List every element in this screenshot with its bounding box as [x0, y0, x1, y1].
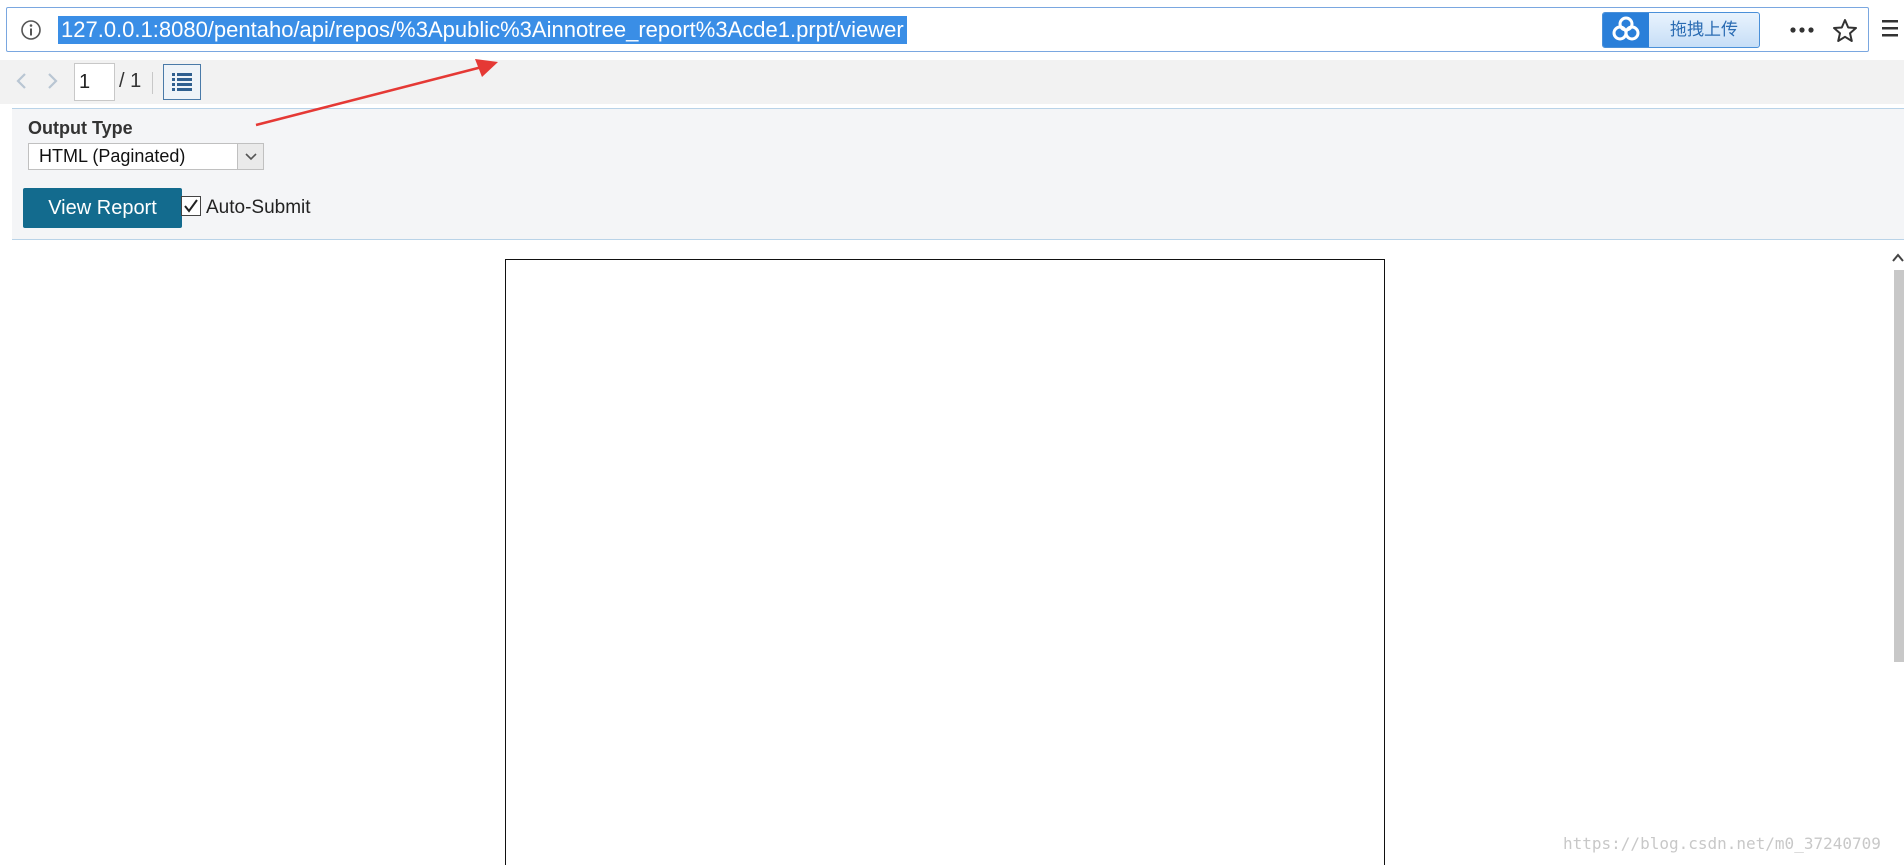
scroll-up-arrow-icon[interactable] [1890, 250, 1904, 266]
info-icon[interactable] [19, 18, 43, 42]
drag-upload-button[interactable]: 拖拽上传 [1602, 12, 1760, 48]
list-icon [172, 73, 192, 91]
chevron-right-icon[interactable] [42, 70, 62, 92]
page-number-input[interactable] [74, 63, 115, 101]
url-text[interactable]: 127.0.0.1:8080/pentaho/api/repos/%3Apubl… [58, 16, 907, 44]
address-bar[interactable]: 127.0.0.1:8080/pentaho/api/repos/%3Apubl… [6, 7, 1869, 52]
menu-icon[interactable] [1880, 17, 1900, 39]
auto-submit-checkbox[interactable] [181, 196, 201, 216]
output-type-value: HTML (Paginated) [39, 146, 186, 166]
drag-upload-label: 拖拽上传 [1670, 20, 1738, 39]
baidu-cloud-icon [1603, 13, 1649, 47]
report-page [505, 259, 1385, 865]
view-report-button[interactable]: View Report [23, 188, 182, 228]
toolbar-separator [152, 72, 153, 94]
chevron-left-icon[interactable] [12, 70, 32, 92]
output-type-select[interactable]: HTML (Paginated) [28, 143, 264, 170]
page-total: / 1 [119, 70, 142, 92]
scrollbar-thumb[interactable] [1894, 270, 1904, 662]
browser-window: 127.0.0.1:8080/pentaho/api/repos/%3Apubl… [0, 0, 1904, 865]
star-icon[interactable] [1831, 17, 1859, 45]
toggle-parameters-button[interactable] [163, 64, 201, 100]
auto-submit-label[interactable]: Auto-Submit [206, 197, 311, 219]
output-type-label: Output Type [28, 118, 133, 138]
watermark: https://blog.csdn.net/m0_37240709 [1563, 834, 1881, 853]
more-icon[interactable] [1787, 20, 1817, 40]
annotation-arrow [255, 59, 498, 127]
chevron-down-icon[interactable] [237, 144, 263, 169]
